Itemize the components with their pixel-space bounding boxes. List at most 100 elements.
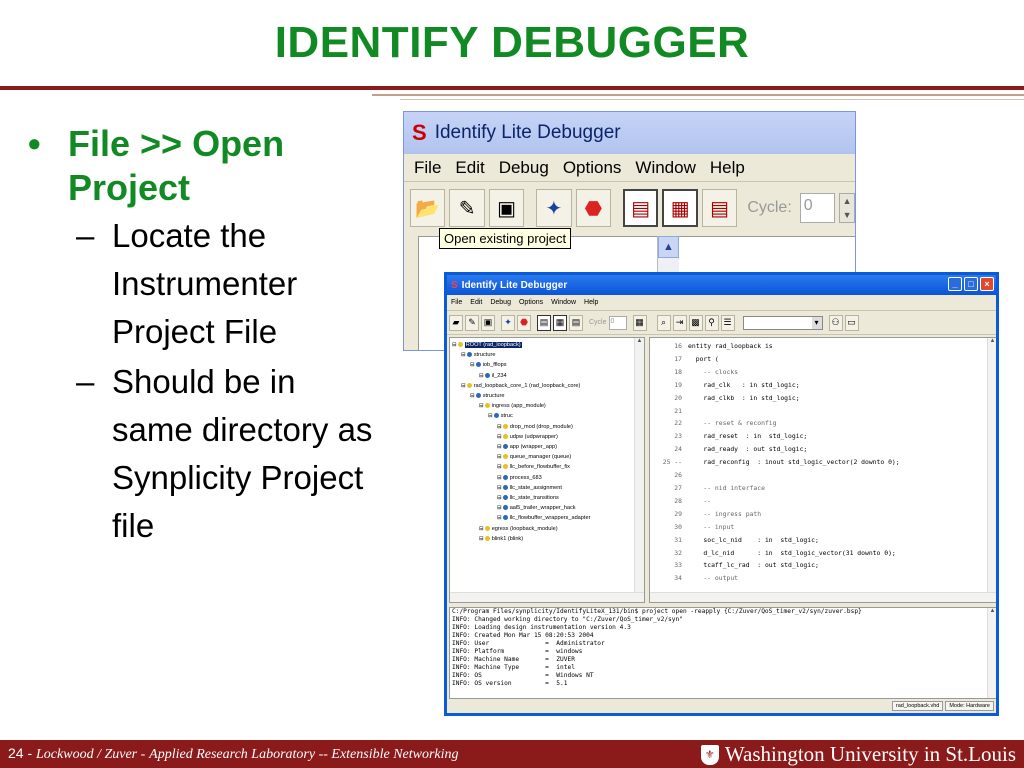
window-button[interactable]: ▭ <box>844 314 859 331</box>
expand-icon[interactable]: ⊟ <box>470 362 475 368</box>
expand-icon[interactable]: ⊟ <box>479 536 484 542</box>
maximize-button[interactable]: □ <box>964 277 978 291</box>
waveform-button-3[interactable]: ▤ <box>569 314 583 331</box>
spin-up-icon: ▲ <box>842 196 852 206</box>
search-combo[interactable] <box>742 315 823 330</box>
stop-button[interactable]: ⬣ <box>517 314 531 331</box>
tree-hscroll[interactable] <box>450 592 644 602</box>
stop-button[interactable]: ⬣ <box>575 189 612 227</box>
tree-node[interactable]: ⊟ llc_before_flowbuffer_fix <box>452 462 644 472</box>
tree-node[interactable]: ⊟ struc <box>452 411 644 421</box>
scroll-up-icon[interactable]: ▲ <box>658 236 679 258</box>
run-button[interactable]: ✦ <box>536 189 572 227</box>
close-button[interactable]: × <box>980 277 994 291</box>
run-button[interactable]: ✦ <box>501 314 515 331</box>
expand-icon[interactable]: ⊟ <box>497 454 502 460</box>
expand-icon[interactable]: ⊟ <box>479 373 484 379</box>
open-project-button[interactable]: 📂 <box>410 189 446 227</box>
waveform-button-1[interactable]: ▤ <box>537 314 551 331</box>
tree-node[interactable]: ⊟ drop_mod (drop_module) <box>452 422 644 432</box>
tree-node[interactable]: ⊟ il_234 <box>452 371 644 381</box>
expand-icon[interactable]: ⊟ <box>452 342 457 348</box>
tree-node[interactable]: ⊟ aal5_trailer_wrapper_hack <box>452 503 644 513</box>
expand-icon[interactable]: ⊟ <box>497 515 502 521</box>
window-title: Identify Lite Debugger <box>461 279 568 291</box>
minimize-button[interactable]: _ <box>948 277 962 291</box>
tree-node[interactable]: ⊟ blink1 (blink) <box>452 534 644 544</box>
console-vscroll[interactable]: ▲ <box>987 608 996 698</box>
menu-file[interactable]: File <box>451 299 462 306</box>
menu-debug[interactable]: Debug <box>499 158 549 178</box>
expand-icon[interactable]: ⊟ <box>479 403 484 409</box>
tree-node-label: queue_manager (queue) <box>509 454 572 461</box>
expand-icon[interactable]: ⊟ <box>461 383 466 389</box>
find-button[interactable]: ⌕ <box>656 314 671 331</box>
tree-node[interactable]: ⊟ llc_state_transitions <box>452 493 644 503</box>
instrument-button[interactable]: ▩ <box>688 314 703 331</box>
tree-node[interactable]: ⊟ structure <box>452 391 644 401</box>
code-vscroll[interactable]: ▲ <box>987 338 996 602</box>
menu-file[interactable]: File <box>414 158 441 178</box>
expand-icon[interactable]: ⊟ <box>488 413 493 419</box>
expand-icon[interactable]: ⊟ <box>461 352 466 358</box>
cycle-input[interactable]: 0 <box>799 193 836 223</box>
tree-node[interactable]: ⊟ rad_loopback_core_1 (rad_loopback_core) <box>452 381 644 391</box>
waveform-button-2[interactable]: ▦ <box>662 189 698 227</box>
open-project-button[interactable]: ▰ <box>449 314 463 331</box>
console-pane[interactable]: C:/Program Files/synplicity/IdentifyLite… <box>449 607 996 699</box>
menu-window[interactable]: Window <box>551 299 576 306</box>
menu-options[interactable]: Options <box>519 299 543 306</box>
footer-text: 24 - Lockwood / Zuver - Applied Research… <box>8 745 459 763</box>
waveform-button-2[interactable]: ▦ <box>553 314 567 331</box>
binoculars-button[interactable]: ⚇ <box>828 314 843 331</box>
list-button[interactable]: ☰ <box>720 314 735 331</box>
trigger-button[interactable]: ▦ <box>632 314 647 331</box>
menu-edit[interactable]: Edit <box>455 158 484 178</box>
code-hscroll[interactable] <box>650 592 996 602</box>
expand-icon[interactable]: ⊟ <box>470 393 475 399</box>
tree-node[interactable]: ⊟ udpw (udpwrapper) <box>452 432 644 442</box>
menu-edit[interactable]: Edit <box>470 299 482 306</box>
expand-icon[interactable]: ⊟ <box>497 495 502 501</box>
menu-help[interactable]: Help <box>584 299 598 306</box>
tree-vscroll[interactable]: ▲ <box>634 338 644 602</box>
tree-node[interactable]: ⊟ process_683 <box>452 473 644 483</box>
expand-icon[interactable]: ⊟ <box>497 424 502 430</box>
line-number: 18 <box>674 367 682 376</box>
step-button[interactable]: ⇥ <box>672 314 687 331</box>
cycle-spinner[interactable]: ▲ ▼ <box>839 193 855 223</box>
menu-debug[interactable]: Debug <box>490 299 511 306</box>
tree-node[interactable]: ⊟ llc_flowbuffer_wrappers_adapter <box>452 513 644 523</box>
tree-node[interactable]: ⊟ egress (loopback_module) <box>452 524 644 534</box>
tree-node[interactable]: ⊟ llc_state_assignment <box>452 483 644 493</box>
menu-options[interactable]: Options <box>563 158 622 178</box>
expand-icon[interactable]: ⊟ <box>497 505 502 511</box>
tree-node-label: blink1 (blink) <box>491 535 524 542</box>
save-button[interactable]: ▣ <box>488 189 525 227</box>
expand-icon[interactable]: ⊟ <box>497 464 502 470</box>
node-icon <box>502 505 508 511</box>
tree-node-label: iob_fflops <box>482 362 507 369</box>
edit-button[interactable]: ✎ <box>449 189 485 227</box>
tree-node[interactable]: ⊟ iob_fflops <box>452 360 644 370</box>
tree-node[interactable]: ⊟ structure <box>452 350 644 360</box>
expand-icon[interactable]: ⊟ <box>497 434 502 440</box>
expand-icon[interactable]: ⊟ <box>497 444 502 450</box>
code-line: 17 port ( <box>650 353 996 366</box>
probe-button[interactable]: ⚲ <box>704 314 719 331</box>
tree-node[interactable]: ⊟ queue_manager (queue) <box>452 452 644 462</box>
waveform-button-1[interactable]: ▤ <box>623 189 659 227</box>
save-button[interactable]: ▣ <box>481 314 495 331</box>
menu-window[interactable]: Window <box>635 158 695 178</box>
tree-node[interactable]: ⊟ app (wrapper_app) <box>452 442 644 452</box>
cycle-input[interactable]: 0 <box>608 315 627 330</box>
edit-button[interactable]: ✎ <box>465 314 479 331</box>
waveform-button-3[interactable]: ▤ <box>701 189 738 227</box>
expand-icon[interactable]: ⊟ <box>479 526 484 532</box>
menu-help[interactable]: Help <box>710 158 745 178</box>
expand-icon[interactable]: ⊟ <box>497 485 502 491</box>
tree-body: ⊟ ROOT (rad_loopback) ⊟ structure ⊟ iob_fflop… <box>450 338 644 544</box>
expand-icon[interactable]: ⊟ <box>497 475 502 481</box>
tree-node[interactable]: ⊟ ingress (app_module) <box>452 401 644 411</box>
tree-node[interactable]: ⊟ ROOT (rad_loopback) <box>452 340 644 350</box>
